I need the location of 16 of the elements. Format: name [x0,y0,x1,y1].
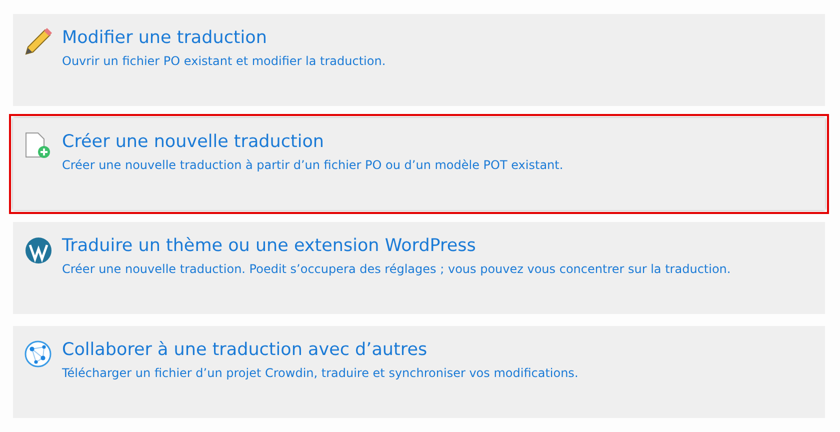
option-title: Créer une nouvelle traduction [62,131,326,154]
option-title: Traduire un thème ou une extension WordPress [62,235,477,258]
option-description: Ouvrir un fichier PO existant et modifier la traduction. [62,53,386,69]
pencil-icon [23,27,53,57]
option-title: Modifier une traduction [62,27,268,50]
option-card[interactable]: Créer une nouvelle traduction Créer une nouvelle traduction à partir d’un fichier PO ou d’un modèle POT existant. [13,118,825,210]
network-icon [24,340,52,368]
option-title: Collaborer à une traduction avec d’autres [62,339,428,362]
option-card[interactable]: Modifier une traduction Ouvrir un fichier PO existant et modifier la traduction. [13,14,825,106]
option-card[interactable]: Collaborer à une traduction avec d’autres Télécharger un fichier d’un projet Crowdin, traduire et synchroniser vos modifications. [13,326,825,418]
new-file-icon [24,131,52,161]
wordpress-icon [24,236,52,264]
option-card[interactable]: Traduire un thème ou une extension WordPress Créer une nouvelle traduction. Poedit s’occupera des réglages ; vous pouvez vous concentrer sur la traduction. [13,222,825,314]
option-description: Télécharger un fichier d’un projet Crowdin, traduire et synchroniser vos modifications. [62,365,578,381]
option-description: Créer une nouvelle traduction à partir d’un fichier PO ou d’un modèle POT existant. [62,157,564,173]
option-description: Créer une nouvelle traduction. Poedit s’occupera des réglages ; vous pouvez vous concentrer sur la traduction. [62,261,731,277]
